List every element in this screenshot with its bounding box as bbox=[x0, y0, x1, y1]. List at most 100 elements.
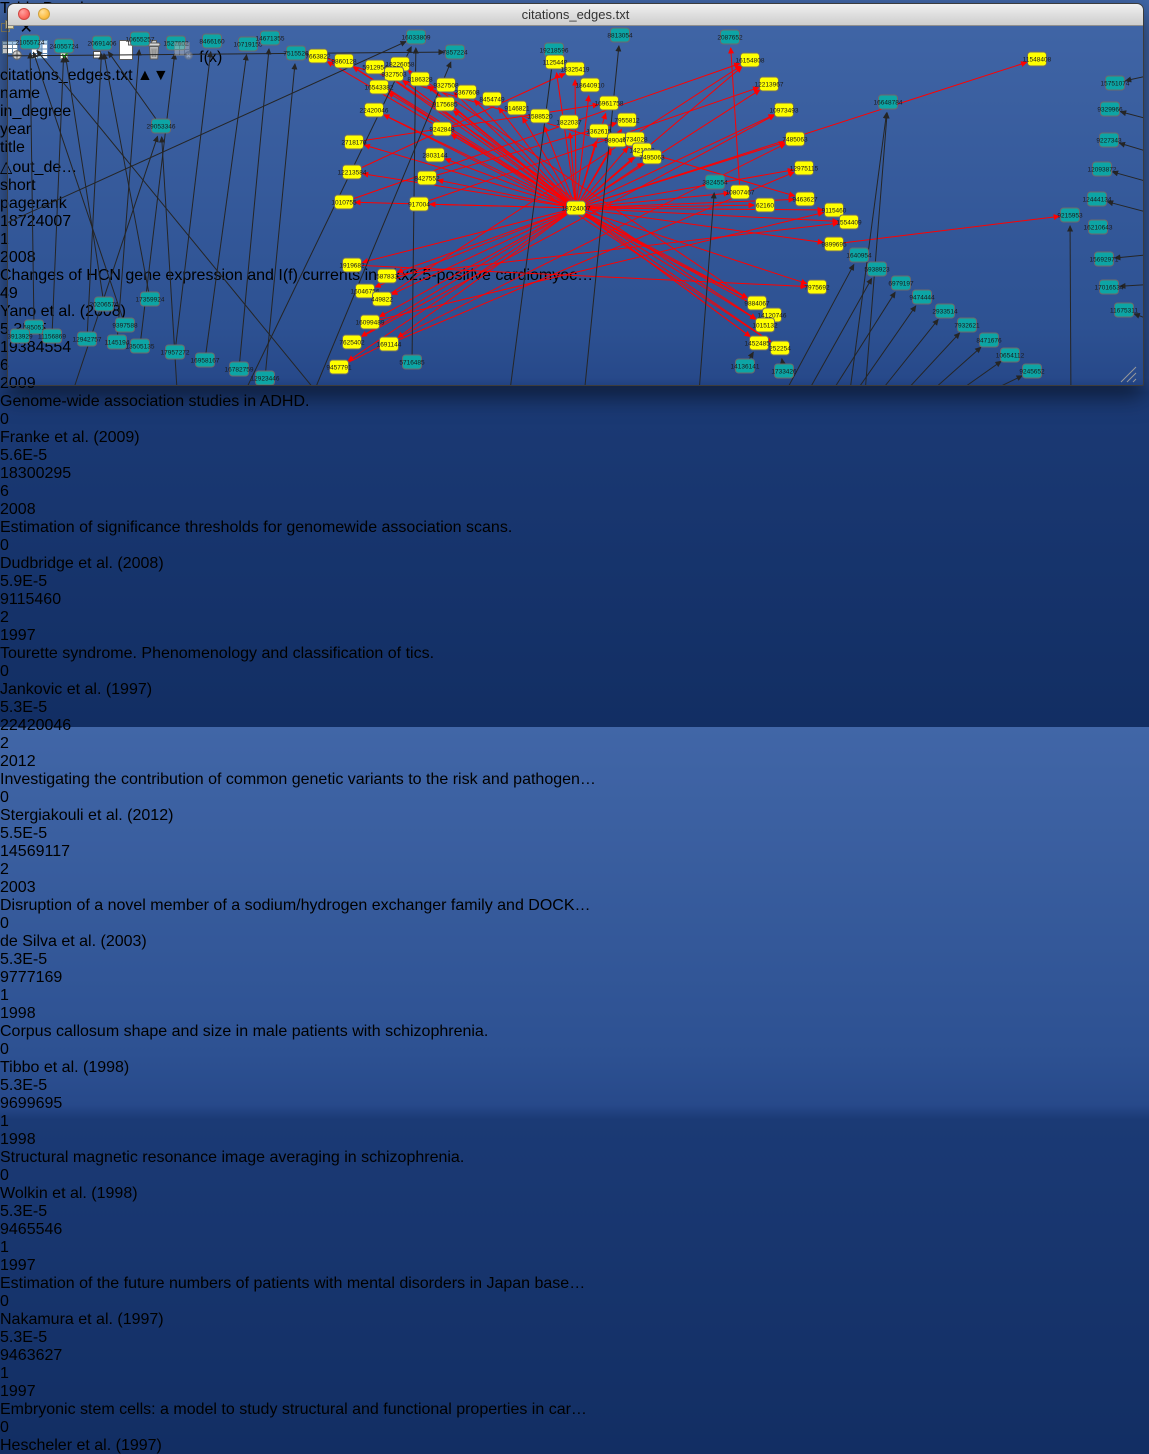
network-edge[interactable] bbox=[1120, 143, 1143, 154]
table-row[interactable]: 2242004622012Investigating the contribut… bbox=[0, 717, 1149, 843]
table-row[interactable]: 977716911998Corpus callosum shape and si… bbox=[0, 969, 1149, 1095]
network-edge[interactable] bbox=[30, 53, 34, 327]
table-cell: 1998 bbox=[0, 1005, 1149, 1023]
table-cell: Estimation of significance thresholds fo… bbox=[0, 519, 1149, 537]
table-row[interactable]: 1830029562008Estimation of significance … bbox=[0, 465, 1149, 591]
network-node-label: 2803144 bbox=[422, 152, 448, 159]
table-cell: 5.3E-5 bbox=[0, 1203, 1149, 1221]
network-edge[interactable] bbox=[576, 208, 807, 284]
network-edge[interactable] bbox=[438, 180, 576, 208]
network-edge[interactable] bbox=[1070, 226, 1071, 385]
table-cell: 0 bbox=[0, 915, 1149, 933]
network-node-label: 7485063 bbox=[782, 136, 808, 143]
table-cell: 0 bbox=[0, 537, 1149, 555]
table-cell: Tourette syndrome. Phenomenology and cla… bbox=[0, 645, 1149, 663]
table-row[interactable]: 946554611997Estimation of the future num… bbox=[0, 1221, 1149, 1347]
network-edge[interactable] bbox=[576, 208, 823, 242]
network-edge[interactable] bbox=[915, 347, 981, 385]
table-cell: 1997 bbox=[0, 1257, 1149, 1275]
network-edge[interactable] bbox=[869, 320, 938, 385]
network-edge[interactable] bbox=[575, 80, 576, 208]
network-edge[interactable] bbox=[397, 208, 576, 272]
network-edge[interactable] bbox=[104, 54, 150, 299]
table-cell: Investigating the contribution of common… bbox=[0, 771, 1149, 789]
network-edge[interactable] bbox=[892, 333, 960, 385]
network-edge[interactable] bbox=[205, 55, 247, 360]
network-node-label: 17359924 bbox=[136, 296, 165, 303]
network-edge[interactable] bbox=[363, 208, 576, 262]
network-edge[interactable] bbox=[576, 96, 589, 208]
network-edge[interactable] bbox=[384, 73, 576, 208]
network-edge[interactable] bbox=[1134, 314, 1143, 322]
table-cell: Embryonic stem cells: a model to study s… bbox=[0, 1401, 1149, 1419]
network-node-label: 20691406 bbox=[88, 40, 117, 47]
network-node-label: 18724007 bbox=[562, 205, 591, 212]
network-node-label: 62160 bbox=[756, 202, 774, 209]
network-edge[interactable] bbox=[66, 57, 104, 304]
minimize-window-button[interactable] bbox=[38, 8, 50, 20]
network-edge[interactable] bbox=[175, 52, 211, 352]
network-node-label: 9146821 bbox=[504, 105, 530, 112]
network-edge[interactable] bbox=[87, 54, 101, 339]
network-edge[interactable] bbox=[265, 64, 295, 378]
network-node-label: 8471676 bbox=[976, 337, 1002, 344]
network-edge[interactable] bbox=[800, 279, 872, 385]
table-cell: Dudbridge et al. (2008) bbox=[0, 555, 1149, 573]
network-edge[interactable] bbox=[938, 361, 1001, 385]
network-node-label: 6979197 bbox=[888, 280, 914, 287]
network-edge[interactable] bbox=[1121, 112, 1143, 121]
table-cell: Jankovic et al. (1997) bbox=[0, 681, 1149, 699]
resize-grip-icon[interactable] bbox=[1121, 367, 1136, 382]
network-edge[interactable] bbox=[557, 73, 576, 208]
network-node-label: 9245652 bbox=[1019, 368, 1045, 375]
network-node-label: 7955812 bbox=[614, 117, 640, 124]
network-edge[interactable] bbox=[576, 208, 771, 342]
network-edge[interactable] bbox=[392, 208, 576, 294]
network-node-label: 16958167 bbox=[191, 357, 220, 364]
network-node-label: 16648784 bbox=[874, 99, 903, 106]
network-node-label: 8466160 bbox=[199, 38, 225, 45]
network-edge[interactable] bbox=[1108, 202, 1143, 214]
close-window-button[interactable] bbox=[18, 8, 30, 20]
network-node-label: 9899695 bbox=[821, 241, 847, 248]
table-row[interactable]: 946362711997Embryonic stem cells: a mode… bbox=[0, 1347, 1149, 1454]
network-edge[interactable] bbox=[823, 292, 895, 385]
table-row[interactable]: 911546021997Tourette syndrome. Phenomeno… bbox=[0, 591, 1149, 717]
network-edge[interactable] bbox=[239, 49, 269, 369]
network-canvas[interactable]: 2105572424055724206914061065525715276028… bbox=[8, 26, 1143, 386]
network-node-label: 9327503 bbox=[381, 71, 407, 78]
table-cell: Disruption of a novel member of a sodium… bbox=[0, 897, 1149, 915]
network-edge[interactable] bbox=[352, 265, 806, 286]
network-edge[interactable] bbox=[52, 57, 64, 336]
network-node-label: 12444134 bbox=[1083, 196, 1112, 203]
network-edge[interactable] bbox=[834, 216, 1059, 244]
network-node-label: 1822037 bbox=[556, 119, 582, 126]
window-titlebar[interactable]: citations_edges.txt bbox=[8, 4, 1143, 26]
network-node-label: 6734028 bbox=[622, 136, 648, 143]
network-node-label: 9327508 bbox=[433, 82, 459, 89]
table-cell: Structural magnetic resonance image aver… bbox=[0, 1149, 1149, 1167]
network-node-label: 3913929 bbox=[8, 333, 33, 340]
table-row[interactable]: 969969511998Structural magnetic resonanc… bbox=[0, 1095, 1149, 1221]
import-table-icon[interactable] bbox=[171, 49, 199, 66]
table-row[interactable]: 1456911722003Disruption of a novel membe… bbox=[0, 843, 1149, 969]
network-edge[interactable] bbox=[398, 208, 576, 338]
network-edge[interactable] bbox=[1115, 254, 1143, 258]
network-edge[interactable] bbox=[576, 142, 596, 208]
network-edge[interactable] bbox=[576, 208, 756, 319]
network-edge[interactable] bbox=[380, 208, 576, 317]
table-cell: 0 bbox=[0, 789, 1149, 807]
table-cell: 2 bbox=[0, 609, 1149, 627]
zoom-window-button[interactable] bbox=[58, 8, 70, 20]
network-node-label: 16033809 bbox=[402, 34, 431, 41]
table-cell: 0 bbox=[0, 663, 1149, 681]
network-node-label: 8454749 bbox=[479, 96, 505, 103]
network-edge[interactable] bbox=[1113, 172, 1143, 184]
network-view[interactable]: 2105572424055724206914061065525715276028… bbox=[8, 26, 1143, 385]
table-cell: 1997 bbox=[0, 1383, 1149, 1401]
table-cell: 2003 bbox=[0, 879, 1149, 897]
table-cell: 0 bbox=[0, 1293, 1149, 1311]
network-node-label: 12213967 bbox=[755, 81, 784, 88]
network-node-label: 21055724 bbox=[16, 39, 45, 46]
network-node-label: 13505135 bbox=[126, 343, 155, 350]
